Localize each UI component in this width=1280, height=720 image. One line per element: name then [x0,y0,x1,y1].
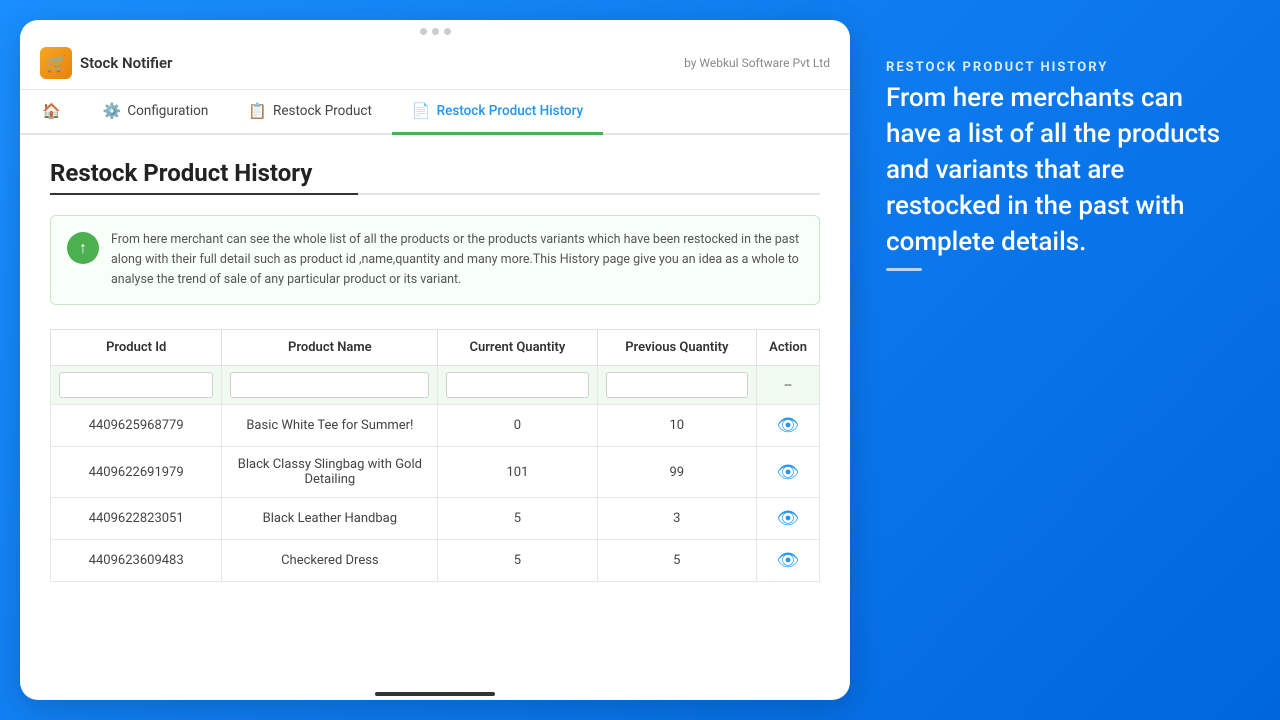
restock-history-icon: 📄 [412,102,431,120]
cell-id-2: 4409622823051 [51,498,222,540]
content-area: Restock Product History ↑ From here merc… [20,135,850,684]
tab-restock-product-label: Restock Product [273,103,372,119]
brand-area: 🛒 Stock Notifier [40,47,172,79]
right-panel: RESTOCK PRODUCT HISTORY From here mercha… [850,20,1260,700]
brand-icon: 🛒 [40,47,72,79]
cell-action-0: 👁 [757,405,820,447]
page-title: Restock Product History [50,159,820,187]
top-bar: 🛒 Stock Notifier by Webkul Software Pvt … [20,37,850,90]
table-row: 4409622823051Black Leather Handbag53 👁 [51,498,820,540]
cell-current-qty-3: 5 [438,540,597,582]
view-action-icon[interactable]: 👁 [777,550,800,571]
table-header-row: Product Id Product Name Current Quantity… [51,330,820,366]
tab-restock-history-label: Restock Product History [437,103,583,119]
cell-action-1: 👁 [757,447,820,498]
filter-previous-qty-input[interactable] [606,372,749,398]
col-product-id: Product Id [51,330,222,366]
col-previous-qty: Previous Quantity [597,330,757,366]
cell-id-1: 4409622691979 [51,447,222,498]
bottom-bar [20,684,850,700]
info-icon: ↑ [67,232,99,264]
home-icon: 🏠 [42,102,61,120]
col-product-name: Product Name [222,330,438,366]
configuration-icon: ⚙️ [103,102,122,120]
info-box: ↑ From here merchant can see the whole l… [50,215,820,305]
nav-tabs: 🏠 ⚙️ Configuration 📋 Restock Product 📄 R… [20,90,850,135]
dot-2 [432,28,439,35]
dot-1 [420,28,427,35]
cell-name-2: Black Leather Handbag [222,498,438,540]
table-row: 4409622691979Black Classy Slingbag with … [51,447,820,498]
filter-id-cell[interactable] [51,366,222,405]
filter-row: -- [51,366,820,405]
restock-product-icon: 📋 [248,102,267,120]
col-action: Action [757,330,820,366]
cell-current-qty-2: 5 [438,498,597,540]
filter-name-input[interactable] [230,372,429,398]
cell-id-0: 4409625968779 [51,405,222,447]
cell-previous-qty-0: 10 [597,405,757,447]
cell-id-3: 4409623609483 [51,540,222,582]
app-card: 🛒 Stock Notifier by Webkul Software Pvt … [20,20,850,700]
filter-previous-qty-cell[interactable] [597,366,757,405]
tab-configuration-label: Configuration [127,103,208,119]
filter-name-cell[interactable] [222,366,438,405]
cell-current-qty-1: 101 [438,447,597,498]
cell-name-3: Checkered Dress [222,540,438,582]
panel-divider [886,268,922,271]
info-text: From here merchant can see the whole lis… [111,230,803,290]
window-dots [20,20,850,37]
table-row: 4409623609483Checkered Dress55👁 [51,540,820,582]
filter-id-input[interactable] [59,372,213,398]
brand-icon-emoji: 🛒 [46,54,66,73]
view-action-icon[interactable]: 👁 [777,462,800,483]
col-current-qty: Current Quantity [438,330,597,366]
panel-description: From here merchants can have a list of a… [886,81,1224,260]
tab-configuration[interactable]: ⚙️ Configuration [83,90,229,135]
bottom-indicator [375,692,495,696]
tab-restock-product[interactable]: 📋 Restock Product [228,90,392,135]
cell-current-qty-0: 0 [438,405,597,447]
brand-name: Stock Notifier [80,54,172,72]
dot-3 [444,28,451,35]
view-action-icon[interactable]: 👁 [777,415,800,436]
cell-previous-qty-1: 99 [597,447,757,498]
cell-name-0: Basic White Tee for Summer! [222,405,438,447]
cell-name-1: Black Classy Slingbag with Gold Detailin… [222,447,438,498]
table-row: 4409625968779Basic White Tee for Summer!… [51,405,820,447]
cell-previous-qty-2: 3 [597,498,757,540]
panel-label: RESTOCK PRODUCT HISTORY [886,60,1224,75]
tab-restock-history[interactable]: 📄 Restock Product History [392,90,603,135]
view-action-icon[interactable]: 👁 [777,508,800,529]
filter-action-cell: -- [757,366,820,405]
filter-current-qty-cell[interactable] [438,366,597,405]
filter-action-placeholder: -- [784,378,791,393]
brand-by: by Webkul Software Pvt Ltd [684,56,830,70]
title-underline [50,193,820,195]
cell-action-3: 👁 [757,540,820,582]
data-table: Product Id Product Name Current Quantity… [50,329,820,582]
cell-action-2: 👁 [757,498,820,540]
tab-home[interactable]: 🏠 [20,90,83,135]
cell-previous-qty-3: 5 [597,540,757,582]
filter-current-qty-input[interactable] [446,372,588,398]
